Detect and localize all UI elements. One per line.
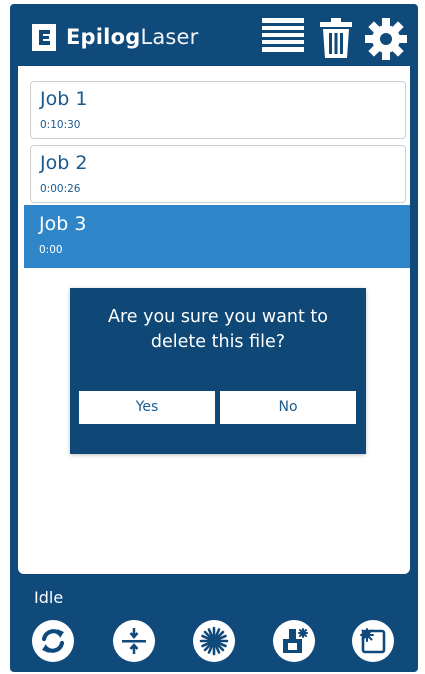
- job-name: Job 2: [40, 152, 88, 174]
- brand-bold: Epilog: [66, 25, 141, 49]
- brand-light: Laser: [140, 25, 199, 49]
- home-icon: [360, 628, 386, 654]
- job-item[interactable]: Job 1 0:10:30: [30, 81, 406, 139]
- app-window: EpilogLaser Job 1 0:10:30 Job 2 0:00:26 …: [10, 4, 418, 672]
- focus-button[interactable]: [113, 620, 155, 662]
- brand-logo-text: EpilogLaser: [66, 22, 199, 52]
- yes-button[interactable]: Yes: [79, 391, 215, 424]
- laser-icon: [199, 626, 229, 656]
- job-time: 0:10:30: [40, 119, 81, 131]
- home-button[interactable]: [352, 620, 394, 662]
- confirm-delete-dialog: Are you sure you want to delete this fil…: [70, 288, 366, 454]
- refresh-icon: [41, 629, 65, 653]
- refresh-button[interactable]: [32, 620, 74, 662]
- gear-icon[interactable]: [365, 18, 407, 60]
- job-settings-icon: [283, 628, 308, 653]
- list-icon[interactable]: [262, 18, 304, 54]
- epilog-logo-icon: [32, 24, 56, 51]
- focus-icon: [122, 628, 146, 654]
- job-settings-button[interactable]: [273, 620, 315, 662]
- job-time: 0:00:26: [40, 183, 81, 195]
- job-name: Job 1: [40, 88, 88, 110]
- no-button[interactable]: No: [220, 391, 356, 424]
- trash-icon[interactable]: [320, 18, 352, 58]
- job-time: 0:00: [39, 244, 63, 256]
- job-item-selected[interactable]: Job 3 0:00: [24, 205, 410, 268]
- dialog-message-line1: Are you sure you want to: [107, 307, 328, 327]
- job-name: Job 3: [39, 213, 87, 235]
- dialog-message-line2: delete this file?: [150, 332, 286, 352]
- job-item[interactable]: Job 2 0:00:26: [30, 145, 406, 203]
- job-list-panel: Job 1 0:10:30 Job 2 0:00:26 Job 3 0:00 A…: [18, 66, 410, 574]
- dialog-message: Are you sure you want to delete this fil…: [70, 305, 366, 355]
- header-bar: EpilogLaser: [10, 4, 418, 66]
- status-text: Idle: [34, 588, 64, 607]
- laser-button[interactable]: [193, 620, 235, 662]
